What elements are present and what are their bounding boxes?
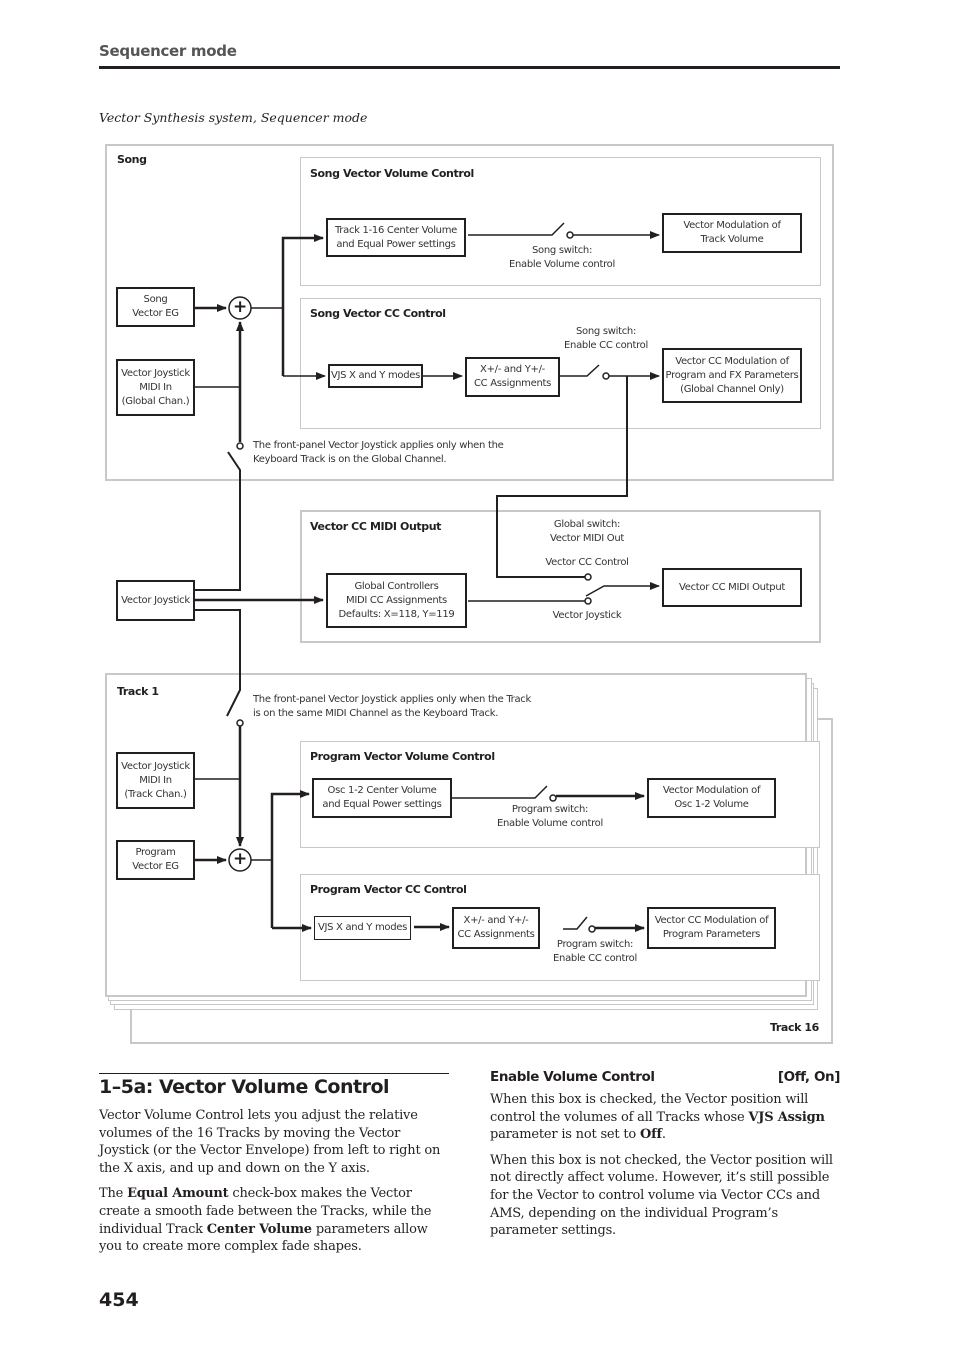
song-volume-switch-contact	[566, 231, 574, 239]
prog-vjs-modes-box: VJS X and Y modes	[314, 916, 411, 940]
track-joystick-switch	[195, 609, 241, 717]
section-paragraph-2: The Equal Amount check-box makes the Vec…	[99, 1186, 432, 1255]
song-vjs-modes-box: VJS X and Y modes	[328, 364, 423, 388]
parameter-heading: Enable Volume Control [Off, On]	[490, 1069, 840, 1085]
global-switch-label: Global switch: Vector MIDI Out	[549, 519, 625, 544]
prog-volume-source-box: Osc 1-2 Center Volume and Equal Power se…	[312, 778, 452, 818]
program-vector-eg-box: Program Vector EG	[116, 840, 195, 880]
prog-cc-switch-label: Program switch: Enable CC control	[553, 939, 637, 964]
prog-volume-target-box: Vector Modulation of Osc 1-2 Volume	[647, 778, 776, 818]
vector-joystick-box: Vector Joystick	[116, 580, 195, 621]
section-body: Vector Volume Control lets you adjust th…	[99, 1107, 451, 1264]
global-controllers-box: Global Controllers MIDI CC Assignments D…	[326, 573, 467, 628]
parameter-paragraph-1: When this box is checked, the Vector pos…	[490, 1092, 825, 1143]
track-joystick-note: The front-panel Vector Joystick applies …	[253, 694, 531, 719]
page-number: 454	[99, 1289, 139, 1311]
song-cc-target-box: Vector CC Modulation of Program and FX P…	[662, 348, 802, 403]
vector-joystick-option: Vector Joystick	[552, 610, 622, 621]
song-vjs-midi-in-box: Vector Joystick MIDI In (Global Chan.)	[116, 359, 195, 416]
song-sum-plus-icon: +	[233, 297, 248, 317]
song-cc-switch-label: Song switch: Enable CC control	[564, 326, 648, 351]
track-vjs-midi-in-box: Vector Joystick MIDI In (Track Chan.)	[116, 752, 195, 809]
song-vector-eg-box: Song Vector EG	[116, 287, 195, 327]
song-volume-switch-label: Song switch: Enable Volume control	[509, 245, 615, 270]
song-joystick-switch	[195, 451, 241, 591]
song-volume-source-box: Track 1-16 Center Volume and Equal Power…	[326, 218, 466, 257]
midi-out-switch	[585, 582, 660, 597]
track-sum-plus-icon: +	[233, 849, 248, 869]
parameter-range: [Off, On]	[777, 1069, 841, 1085]
song-joystick-note: The front-panel Vector Joystick applies …	[253, 440, 504, 465]
prog-cc-assign-box: X+/- and Y+/- CC Assignments	[452, 907, 540, 949]
vector-cc-midi-output-box: Vector CC MIDI Output	[662, 568, 802, 607]
song-cc-switch-contact	[602, 372, 610, 380]
wire-to-prog-volume	[270, 790, 310, 928]
song-cc-assign-box: X+/- and Y+/- CC Assignments	[465, 357, 560, 397]
prog-volume-switch-label: Program switch: Enable Volume control	[497, 804, 603, 829]
parameter-paragraph-2: When this box is not checked, the Vector…	[490, 1152, 833, 1239]
section-paragraph-1: Vector Volume Control lets you adjust th…	[99, 1108, 441, 1176]
parameter-name: Enable Volume Control	[490, 1069, 655, 1085]
section-title: 1–5a: Vector Volume Control	[99, 1076, 390, 1098]
section-rule	[99, 1073, 449, 1074]
prog-cc-target-box: Vector CC Modulation of Program Paramete…	[647, 907, 776, 949]
song-volume-target-box: Vector Modulation of Track Volume	[662, 213, 802, 253]
wire-to-song-volume	[281, 234, 324, 376]
wire-cc-to-midi-out	[496, 376, 628, 578]
parameter-body: When this box is checked, the Vector pos…	[490, 1091, 840, 1248]
vector-cc-control-option: Vector CC Control	[545, 557, 629, 568]
